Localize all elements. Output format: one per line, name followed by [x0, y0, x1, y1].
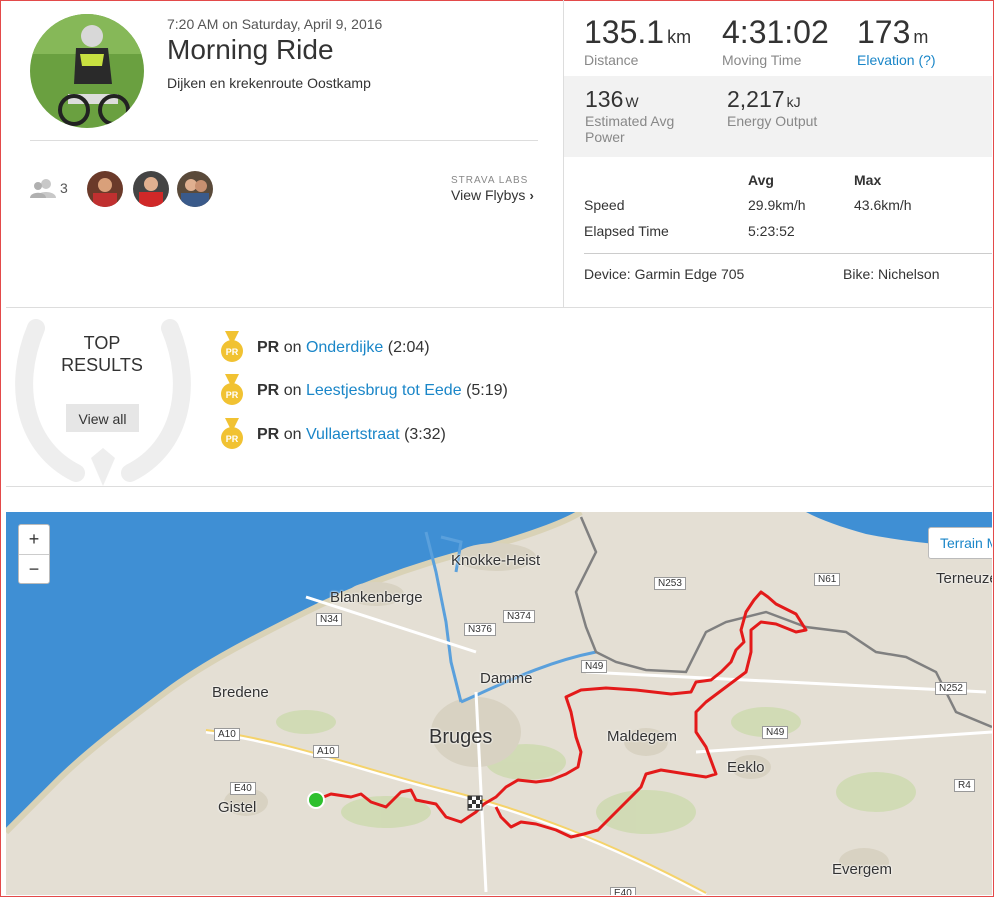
- segment-time: (2:04): [387, 339, 430, 356]
- distance-value: 135.1: [584, 14, 665, 50]
- elapsed-time-avg: 5:23:52: [748, 223, 795, 239]
- city-label: Evergem: [832, 861, 893, 878]
- route-map[interactable]: + − Terrain M Knokke-Heist Blankenberge …: [6, 512, 992, 895]
- top-results-line1: TOP: [83, 333, 121, 353]
- stat-energy: 2,217 kJ Energy Output: [727, 86, 837, 129]
- elevation-unit: m: [913, 27, 929, 47]
- activity-title: Morning Ride: [167, 34, 334, 65]
- road-label: N253: [654, 577, 686, 590]
- road-label: E40: [610, 887, 636, 895]
- group-athlete-avatar[interactable]: [133, 171, 169, 207]
- speed-label: Speed: [584, 197, 625, 213]
- elevation-help-link[interactable]: Elevation (?): [857, 52, 936, 68]
- activity-timestamp: 7:20 AM on Saturday, April 9, 2016: [167, 16, 383, 32]
- segment-link[interactable]: Leestjesbrug tot Eede: [306, 382, 462, 399]
- power-label: Estimated Avg Power: [585, 113, 675, 145]
- road-label: A10: [214, 728, 240, 741]
- energy-unit: kJ: [786, 94, 801, 110]
- road-label: A10: [313, 745, 339, 758]
- chevron-right-icon: ›: [529, 188, 534, 203]
- terrain-map-button[interactable]: Terrain M: [928, 527, 992, 559]
- top-results-title: TOP RESULTS: [46, 332, 158, 376]
- speed-avg: 29.9km/h: [748, 197, 806, 213]
- top-results-line2: RESULTS: [61, 355, 143, 375]
- pr-medal-icon: PR: [220, 331, 244, 368]
- map-canvas: [6, 512, 992, 895]
- road-label: N376: [464, 623, 496, 636]
- pr-on: on: [283, 426, 302, 443]
- pr-medal-icon: PR: [220, 418, 244, 455]
- svg-text:PR: PR: [226, 390, 239, 400]
- max-header: Max: [854, 172, 882, 188]
- top-results-section: TOP RESULTS View all PR PR on Onderdijke…: [6, 307, 992, 487]
- moving-time-value: 4:31:02: [722, 14, 829, 50]
- view-flybys-label: View Flybys: [451, 187, 526, 203]
- road-label: N49: [581, 660, 608, 673]
- pr-on: on: [283, 339, 302, 356]
- road-label: R4: [954, 779, 975, 792]
- athlete-count[interactable]: 3: [60, 180, 68, 196]
- stat-distance: 135.1 km Distance: [584, 14, 691, 68]
- pr-badge: PR: [257, 426, 280, 443]
- pr-on: on: [283, 382, 302, 399]
- energy-label: Energy Output: [727, 113, 818, 129]
- city-label: Maldegem: [607, 728, 678, 745]
- pr-medal-icon: PR: [220, 374, 244, 411]
- elevation-value: 173: [857, 14, 911, 50]
- segment-time: (5:19): [466, 382, 508, 399]
- road-label: E40: [230, 782, 256, 795]
- road-label: N49: [762, 726, 789, 739]
- activity-description: Dijken en krekenroute Oostkamp: [167, 75, 371, 91]
- divider: [584, 253, 992, 254]
- pr-badge: PR: [257, 382, 280, 399]
- city-label: Bruges: [429, 726, 493, 748]
- moving-time-label: Moving Time: [722, 52, 802, 68]
- group-athlete-avatar[interactable]: [177, 171, 213, 207]
- stat-power: 136 W Estimated Avg Power: [585, 86, 695, 145]
- city-label: Damme: [480, 670, 533, 687]
- power-unit: W: [625, 94, 639, 110]
- city-label: Blankenberge: [330, 589, 423, 606]
- power-value: 136: [585, 86, 624, 112]
- distance-unit: km: [667, 27, 692, 47]
- pr-badge: PR: [257, 339, 280, 356]
- city-label: Bredene: [212, 684, 269, 701]
- segment-link[interactable]: Onderdijke: [306, 339, 383, 356]
- stat-moving-time: 4:31:02 Moving Time: [722, 14, 829, 68]
- city-label: Gistel: [218, 799, 257, 816]
- divider: [30, 140, 538, 141]
- segment-link[interactable]: Vullaertstraat: [306, 426, 400, 443]
- energy-value: 2,217: [727, 86, 785, 112]
- road-label: N34: [316, 613, 343, 626]
- view-flybys-link[interactable]: View Flybys ›: [451, 187, 534, 203]
- activity-header: 7:20 AM on Saturday, April 9, 2016 Morni…: [6, 0, 563, 307]
- avg-header: Avg: [748, 172, 774, 188]
- device-info: Device: Garmin Edge 705: [584, 266, 745, 282]
- stat-elevation: 173 m Elevation (?): [857, 14, 936, 68]
- city-label: Knokke-Heist: [451, 552, 541, 569]
- distance-label: Distance: [584, 52, 639, 68]
- zoom-control: + −: [18, 524, 50, 584]
- svg-text:PR: PR: [226, 434, 239, 444]
- svg-text:PR: PR: [226, 347, 239, 357]
- elapsed-time-label: Elapsed Time: [584, 223, 669, 239]
- speed-max: 43.6km/h: [854, 197, 912, 213]
- zoom-out-button[interactable]: −: [19, 555, 49, 584]
- road-label: N61: [814, 573, 841, 586]
- segment-time: (3:32): [404, 426, 446, 443]
- road-label: N252: [935, 682, 967, 695]
- bike-info: Bike: Nichelson: [843, 266, 940, 282]
- strava-labs-label: STRAVA LABS: [451, 175, 529, 186]
- athletes-icon: [30, 178, 56, 203]
- zoom-in-button[interactable]: +: [19, 525, 49, 555]
- group-athlete-avatar[interactable]: [87, 171, 123, 207]
- view-all-button[interactable]: View all: [66, 404, 139, 432]
- city-label: Terneuzen: [936, 570, 992, 587]
- city-label: Eeklo: [727, 759, 765, 776]
- athlete-avatar[interactable]: [30, 14, 144, 128]
- road-label: N374: [503, 610, 535, 623]
